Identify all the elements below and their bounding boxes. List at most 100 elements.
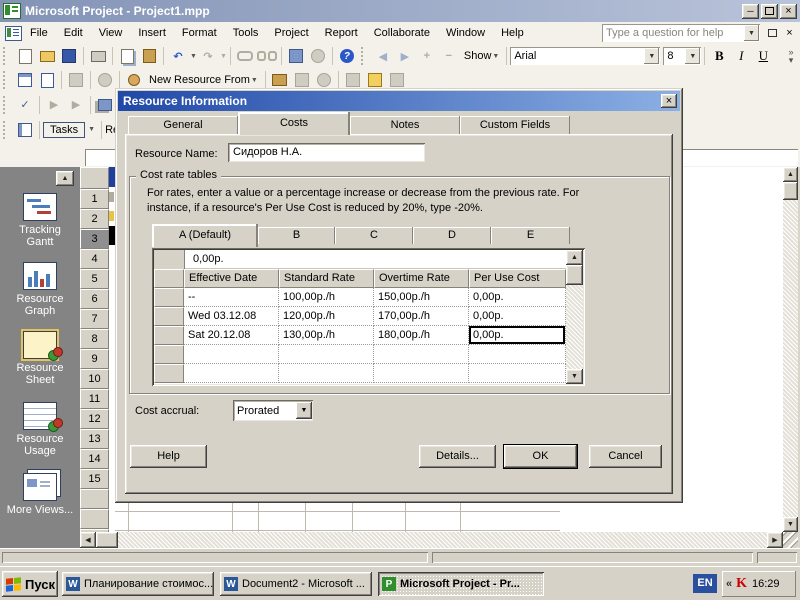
grid-cell-empty[interactable] <box>184 364 279 383</box>
grid-cell-empty[interactable] <box>279 364 374 383</box>
save-icon[interactable] <box>59 46 79 66</box>
grid-cell[interactable]: -- <box>184 288 279 307</box>
grid-cell[interactable]: 150,00р./h <box>374 288 469 307</box>
menu-tools[interactable]: Tools <box>225 24 267 42</box>
share-resources-icon[interactable] <box>292 70 312 90</box>
cost-accrual-dropdown-icon[interactable]: ▼ <box>296 402 312 419</box>
grid-scroll-down-button[interactable]: ▼ <box>566 369 583 384</box>
underline-button[interactable]: U <box>753 46 773 66</box>
row-header[interactable]: 14 <box>80 449 109 469</box>
scroll-up-button[interactable]: ▲ <box>783 167 798 182</box>
italic-button[interactable]: I <box>731 46 751 66</box>
grid-header-per-use-cost[interactable]: Per Use Cost <box>469 269 566 288</box>
taskbar-button-word2[interactable]: W Document2 - Microsoft ... <box>220 572 372 596</box>
paste-icon[interactable] <box>139 46 159 66</box>
zoom-in-icon[interactable]: + <box>417 46 437 66</box>
grid-cell[interactable]: Sat 20.12.08 <box>184 326 279 345</box>
copy-icon[interactable] <box>117 46 137 66</box>
grid-cell[interactable]: 180,00р./h <box>374 326 469 345</box>
grid-cell[interactable]: 0,00р. <box>469 288 566 307</box>
redo-dropdown-icon[interactable]: ▼ <box>220 53 227 60</box>
grid-cell-empty[interactable] <box>279 345 374 364</box>
grid-cell-empty[interactable] <box>374 364 469 383</box>
resize-grip[interactable] <box>783 532 798 548</box>
viewbar-scroll-up-button[interactable]: ▲ <box>56 171 74 186</box>
zoom-out-icon[interactable]: − <box>439 46 459 66</box>
grid-cell-selected[interactable]: 0,00р. <box>469 326 566 345</box>
outdent-icon[interactable]: ▶ <box>66 95 86 115</box>
font-size-combo[interactable]: 8 ▼ <box>663 47 702 65</box>
row-header-selected[interactable]: 3 <box>80 229 109 249</box>
grid-header-overtime-rate[interactable]: Overtime Rate <box>374 269 469 288</box>
rate-tab-b[interactable]: B <box>258 227 335 244</box>
unlink-tasks-icon[interactable] <box>256 46 277 66</box>
resource-name-field[interactable]: Сидоров Н.А. <box>228 143 425 162</box>
task-entry-icon[interactable] <box>365 70 385 90</box>
new-icon[interactable] <box>15 46 35 66</box>
language-indicator[interactable]: EN <box>693 574 717 593</box>
grid-cell-empty[interactable] <box>374 345 469 364</box>
assign-resources-icon[interactable] <box>308 46 328 66</box>
grid-row-header[interactable] <box>154 364 184 383</box>
adjust-dates-icon[interactable]: ✓ <box>15 95 35 115</box>
font-name-combo[interactable]: Arial ▼ <box>510 47 661 65</box>
grid-cell-empty[interactable] <box>469 364 566 383</box>
tasks-guide-button[interactable]: Tasks <box>43 121 86 138</box>
row-header[interactable]: 6 <box>80 289 109 309</box>
kaspersky-tray-icon[interactable]: K <box>736 576 747 592</box>
print-icon[interactable] <box>88 46 108 66</box>
grid-row-header[interactable] <box>154 288 184 307</box>
row-header[interactable]: 1 <box>80 189 109 209</box>
toolbar-grip[interactable] <box>360 47 368 65</box>
menu-insert[interactable]: Insert <box>130 24 174 42</box>
row-header-empty[interactable] <box>80 489 109 509</box>
vertical-scrollbar[interactable]: ▲ ▼ <box>783 167 798 532</box>
tab-notes[interactable]: Notes <box>350 116 460 134</box>
update-resource-pool-icon[interactable] <box>314 70 334 90</box>
menu-edit[interactable]: Edit <box>56 24 91 42</box>
close-button[interactable]: × <box>780 3 797 19</box>
child-close-button[interactable]: × <box>781 26 798 41</box>
undo-icon[interactable]: ↶ <box>168 46 188 66</box>
start-button[interactable]: Пуск <box>2 571 58 597</box>
minimize-button[interactable]: ─ <box>742 3 759 19</box>
grid-header-effective-date[interactable]: Effective Date <box>184 269 279 288</box>
row-header[interactable]: 4 <box>80 249 109 269</box>
menu-window[interactable]: Window <box>438 24 493 42</box>
help-icon[interactable]: ? <box>337 46 357 66</box>
rate-tab-d[interactable]: D <box>413 227 491 244</box>
address-book-icon[interactable] <box>270 70 290 90</box>
horizontal-scroll-thumb[interactable] <box>96 532 118 548</box>
view-resource-usage[interactable]: Resource Usage <box>0 402 80 457</box>
grid-cell[interactable]: Wed 03.12.08 <box>184 307 279 326</box>
row-header[interactable]: 13 <box>80 429 109 449</box>
menu-report[interactable]: Report <box>317 24 366 42</box>
new-resource-icon[interactable] <box>124 70 144 90</box>
resource-graph-icon[interactable] <box>66 70 86 90</box>
link-tasks-icon[interactable] <box>235 46 255 66</box>
tasks-guide-dropdown-icon[interactable]: ▼ <box>88 126 95 133</box>
tab-general[interactable]: General <box>128 116 238 134</box>
task-notes-icon[interactable] <box>286 46 306 66</box>
grid-scroll-thumb[interactable] <box>566 265 583 285</box>
grid-vertical-scrollbar[interactable]: ▲ ▼ <box>566 250 583 384</box>
pert-analysis-icon[interactable] <box>95 95 115 115</box>
help-search-dropdown-icon[interactable]: ▼ <box>744 25 759 41</box>
menu-file[interactable]: File <box>22 24 56 42</box>
row-header[interactable]: 7 <box>80 309 109 329</box>
cancel-button[interactable]: Cancel <box>589 445 662 468</box>
redo-icon[interactable]: ↷ <box>198 46 218 66</box>
row-header[interactable]: 5 <box>80 269 109 289</box>
child-restore-button[interactable] <box>764 26 781 41</box>
grid-row-header[interactable] <box>154 307 184 326</box>
dialog-titlebar[interactable]: Resource Information × <box>118 91 680 111</box>
taskbar-button-word1[interactable]: W Планирование стоимос... <box>62 572 214 596</box>
grid-cell[interactable]: 170,00р./h <box>374 307 469 326</box>
grid-row-header[interactable] <box>154 326 184 345</box>
gantt-view-icon[interactable] <box>15 70 35 90</box>
help-search-box[interactable]: Type a question for help ▼ <box>602 24 760 42</box>
taskbar-button-project[interactable]: P Microsoft Project - Pr... <box>378 572 544 596</box>
menu-collaborate[interactable]: Collaborate <box>366 24 438 42</box>
toolbar-options-icon[interactable]: » ▾ <box>784 48 798 65</box>
toolbar-grip[interactable] <box>3 71 10 89</box>
